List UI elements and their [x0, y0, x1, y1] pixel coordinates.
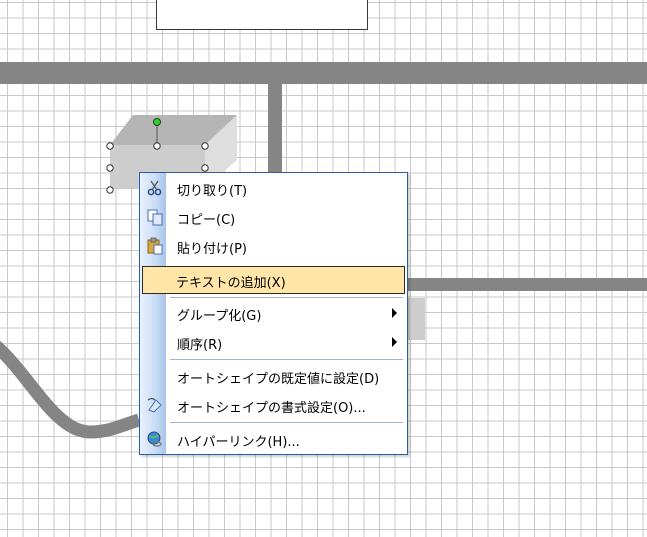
second-box-shape[interactable] — [408, 298, 425, 340]
menu-item-copy[interactable]: コピー(C) — [142, 203, 405, 231]
rotation-handle — [153, 118, 161, 126]
menu-item-add-text[interactable]: テキストの追加(X) — [142, 266, 405, 294]
copy-icon — [146, 208, 164, 226]
vertical-connector[interactable] — [268, 84, 282, 184]
hyperlink-globe-icon — [146, 430, 164, 448]
menu-separator — [170, 422, 403, 423]
scissors-icon — [146, 179, 164, 197]
format-shape-icon — [146, 396, 164, 414]
menu-item-cut[interactable]: 切り取り(T) — [142, 174, 405, 202]
menu-item-paste[interactable]: 貼り付け(P) — [142, 232, 405, 260]
submenu-arrow-icon — [392, 308, 397, 318]
context-menu: 切り取り(T) コピー(C) 貼り付け(P) テキストの追加(X) グループ化(… — [139, 172, 408, 455]
menu-item-hyperlink[interactable]: ハイパーリンク(H)... — [142, 425, 405, 453]
menu-separator — [170, 359, 403, 360]
menu-item-order[interactable]: 順序(R) — [142, 328, 405, 356]
horizontal-connector[interactable] — [0, 62, 647, 84]
menu-item-format-shape[interactable]: オートシェイプの書式設定(O)... — [142, 391, 405, 419]
submenu-arrow-icon — [392, 337, 397, 347]
menu-separator — [170, 297, 403, 298]
menu-item-set-default[interactable]: オートシェイプの既定値に設定(D) — [142, 362, 405, 390]
right-connector[interactable] — [408, 278, 647, 291]
menu-item-group[interactable]: グループ化(G) — [142, 299, 405, 327]
paste-icon — [146, 237, 164, 255]
curved-connector[interactable] — [0, 340, 141, 439]
